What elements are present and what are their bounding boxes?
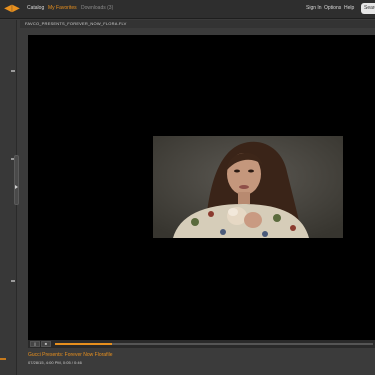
tab-my-favorites[interactable]: My Favorites [48, 5, 77, 12]
search-input[interactable]: Search [361, 3, 375, 14]
panel-glyph [11, 280, 15, 282]
video-file-title: FAVCO_PRESENTS_FOREVER_NOW_FLORA.FLV [25, 21, 127, 26]
forward-arrow-icon[interactable]: ▶ [11, 3, 21, 14]
tab-catalog[interactable]: Catalog [27, 5, 44, 12]
expand-panel-arrow-icon[interactable] [15, 185, 18, 189]
panel-glyph [11, 70, 15, 72]
top-toolbar: ◀ ▶ Catalog My Favorites Downloads (3) S… [0, 0, 375, 19]
help-link[interactable]: Help [344, 5, 354, 12]
video-player[interactable] [28, 35, 375, 340]
tab-downloads[interactable]: Downloads (3) [81, 5, 113, 12]
stop-icon[interactable]: ■ [41, 341, 51, 347]
pause-icon[interactable]: || [30, 341, 40, 347]
seek-bar[interactable] [55, 343, 373, 345]
options-link[interactable]: Options [324, 5, 341, 12]
video-frame-image [153, 136, 343, 238]
video-caption-title: Gucci Presents: Forever Now Florafile [28, 352, 113, 358]
seek-bar-progress [55, 343, 113, 345]
video-caption-meta: 07/28/15, 4:00 PM, 0:05 / 0:46 [28, 360, 82, 365]
panel-accent-mark [0, 358, 6, 360]
playback-controls: || ■ [28, 340, 375, 348]
panel-splitter[interactable] [14, 155, 19, 205]
sign-in-link[interactable]: Sign In [306, 5, 322, 12]
video-frame [153, 136, 343, 238]
